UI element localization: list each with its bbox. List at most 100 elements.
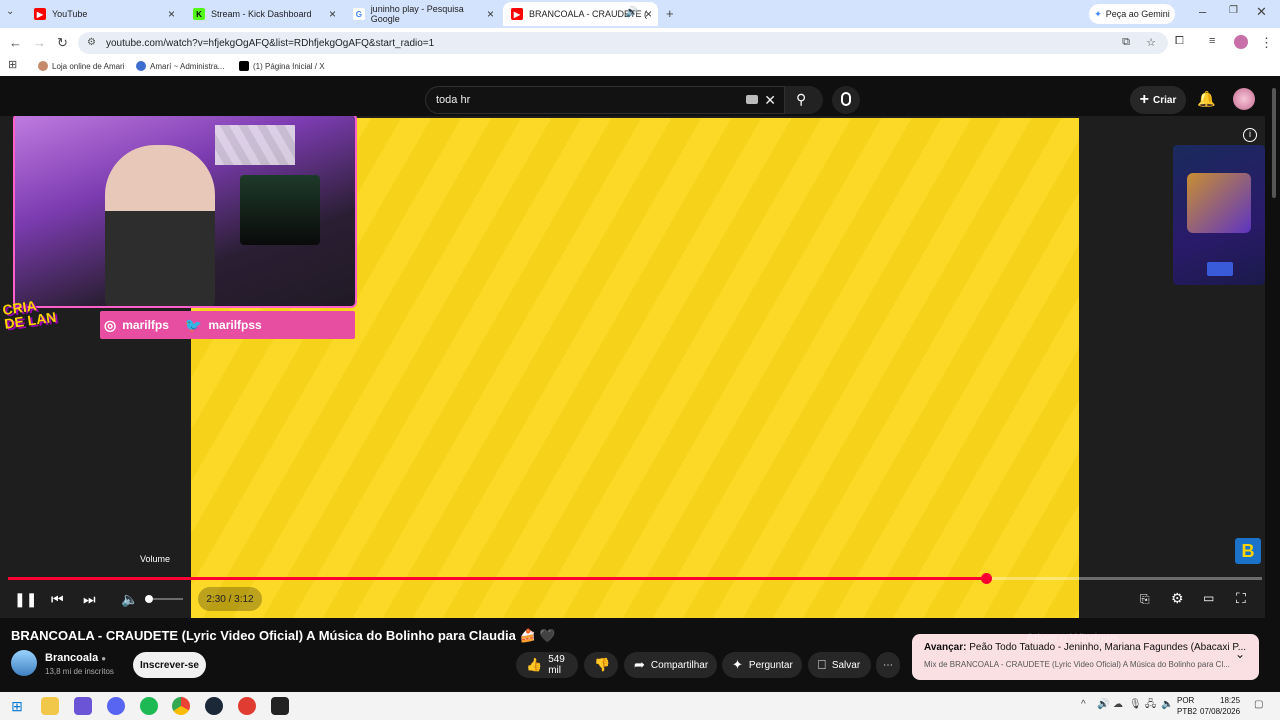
bookmark-label: Amarí ~ Administra... <box>150 61 225 71</box>
search-input[interactable]: toda hr ✕ <box>425 86 785 114</box>
volume-tooltip: Volume <box>140 554 171 564</box>
volume-tray-icon[interactable]: 🔈 <box>1161 700 1173 710</box>
notification-center-icon[interactable]: ▢ <box>1254 700 1263 710</box>
clear-search-icon[interactable]: ✕ <box>764 92 776 109</box>
windows-activation-watermark: Ativar o Windows <box>1026 631 1119 645</box>
obs-icon[interactable] <box>238 697 256 715</box>
streamer-webcam-overlay <box>13 116 357 308</box>
notifications-bell-icon[interactable]: 🔔 <box>1197 90 1216 108</box>
language-indicator[interactable]: POR PTB2 <box>1177 695 1197 717</box>
tray-chevron-icon[interactable]: ^ <box>1081 700 1086 710</box>
start-icon[interactable]: ⊞ <box>8 697 26 715</box>
close-icon[interactable]: × <box>329 7 336 21</box>
apps-grid-icon[interactable]: ⊞ <box>8 60 17 71</box>
ask-label: Perguntar <box>748 659 793 671</box>
steam-icon[interactable] <box>205 697 223 715</box>
apps-icon[interactable] <box>74 697 92 715</box>
tab-search-icon[interactable]: ⌄ <box>6 7 14 17</box>
settings-icon[interactable]: ⚙ <box>1171 590 1184 607</box>
video-player[interactable]: CRIA DE LAN ◎ marilfps 🐦 marilfpss i B V… <box>0 116 1265 618</box>
tab-kick-dashboard[interactable]: K Stream - Kick Dashboard × <box>185 2 342 26</box>
search-button[interactable]: ⚲ <box>785 86 823 114</box>
bookmark-star-icon[interactable]: ☆ <box>1146 36 1156 49</box>
profile-avatar[interactable] <box>1234 35 1248 49</box>
discord-icon[interactable] <box>107 697 125 715</box>
more-actions-button[interactable]: ⋯ <box>876 652 900 678</box>
microphone-icon <box>841 92 851 106</box>
window-close-icon[interactable]: ✕ <box>1256 5 1267 18</box>
address-bar[interactable]: ⚙ youtube.com/watch?v=hfjekgOgAFQ&list=R… <box>78 32 1168 54</box>
dislike-button[interactable]: 👎 <box>584 652 618 678</box>
site-info-icon[interactable]: ⚙ <box>87 37 96 48</box>
sparkle-icon: ✦ <box>732 657 743 672</box>
share-label: Compartilhar <box>650 659 709 671</box>
minimize-icon[interactable]: – <box>1199 5 1206 18</box>
pause-icon[interactable]: ❚❚ <box>14 591 37 608</box>
voice-search-button[interactable] <box>832 86 860 114</box>
bookmark-amari-admin[interactable]: Amarí ~ Administra... <box>136 61 224 71</box>
close-icon[interactable]: × <box>487 7 494 21</box>
account-avatar[interactable] <box>1233 88 1255 110</box>
cloud-icon[interactable]: ☁ <box>1113 700 1123 710</box>
miniplayer-icon[interactable]: ▭ <box>1203 591 1214 605</box>
volume-slider[interactable] <box>153 598 183 600</box>
subscriber-count: 13,8 mi de inscritos <box>45 667 114 676</box>
capcut-icon[interactable] <box>271 697 289 715</box>
channel-avatar[interactable] <box>11 650 37 676</box>
channel-name[interactable]: Brancoala ● <box>45 652 106 664</box>
file-explorer-icon[interactable] <box>41 697 59 715</box>
like-button[interactable]: 👍 549 mil <box>516 652 578 678</box>
previous-icon[interactable]: ⏮ <box>51 591 64 608</box>
restore-icon[interactable]: ❐ <box>1229 6 1238 16</box>
speaker-icon[interactable]: 🔊 <box>626 7 638 18</box>
gemini-button[interactable]: ✦ Peça ao Gemini <box>1089 4 1175 24</box>
subscribe-button[interactable]: Inscrever-se <box>133 652 206 678</box>
tab-youtube[interactable]: ▶ YouTube × <box>26 2 181 26</box>
next-icon[interactable]: ⏭ <box>83 591 96 608</box>
video-title: BRANCOALA - CRAUDETE (Lyric Video Oficia… <box>11 628 556 643</box>
forward-icon[interactable]: → <box>33 36 46 49</box>
back-icon[interactable]: ← <box>9 36 22 49</box>
sponsored-card[interactable] <box>1173 145 1265 285</box>
share-button[interactable]: ➦ Compartilhar <box>624 652 717 678</box>
gemini-icon: ✦ <box>1094 8 1102 19</box>
bookmark-x[interactable]: (1) Página Inicial / X <box>239 61 325 71</box>
tab-google-search[interactable]: G juninho play - Pesquisa Google × <box>345 2 500 26</box>
instagram-icon: ◎ <box>104 316 117 333</box>
language-code: POR <box>1177 696 1195 705</box>
bookmark-label: Loja online de Amari <box>52 61 125 71</box>
volume-icon[interactable]: 🔈 <box>121 591 138 608</box>
plus-icon: + <box>1139 91 1149 108</box>
media-controls-icon[interactable]: ≡ <box>1209 36 1215 47</box>
bookmark-loja[interactable]: Loja online de Amari <box>38 61 125 71</box>
chevron-down-icon[interactable]: ⌄ <box>1235 647 1245 661</box>
spotify-icon[interactable] <box>140 697 158 715</box>
tab-brancoala[interactable]: ▶ BRANCOALA - CRAUDETE ( 🔊 × <box>503 2 658 26</box>
ask-button[interactable]: ✦ Perguntar <box>722 652 802 678</box>
close-icon[interactable]: × <box>168 7 175 21</box>
bookmarks-bar: ⊞ Loja online de Amari Amarí ~ Administr… <box>0 58 1280 76</box>
speaker-tray-icon[interactable]: 🔊 <box>1097 700 1109 710</box>
page-scrollbar[interactable] <box>1272 88 1276 198</box>
new-tab-icon[interactable]: + <box>666 7 674 20</box>
install-app-icon[interactable]: ⧉ <box>1122 36 1130 49</box>
bookmark-favicon <box>136 61 146 71</box>
like-count: 549 mil <box>548 654 565 676</box>
keyboard-icon[interactable] <box>746 95 758 104</box>
channel-watermark-icon[interactable]: B <box>1235 538 1261 564</box>
network-icon[interactable]: 🖧 <box>1145 700 1156 710</box>
mic-tray-icon[interactable]: 🎙 <box>1129 700 1142 710</box>
volume-slider-handle[interactable] <box>145 595 153 603</box>
menu-icon[interactable]: ⋮ <box>1260 36 1273 49</box>
subtitles-icon[interactable]: ⎘ <box>1140 592 1150 607</box>
close-icon[interactable]: × <box>645 7 652 21</box>
info-icon[interactable]: i <box>1243 128 1257 142</box>
extensions-icon[interactable]: ⧠ <box>1175 36 1184 47</box>
save-button[interactable]: ⎕ Salvar <box>808 652 871 678</box>
chrome-icon[interactable] <box>172 697 190 715</box>
fullscreen-icon[interactable]: ⛶ <box>1236 590 1246 607</box>
clock[interactable]: 18:25 07/08/2026 <box>1200 695 1240 717</box>
create-label: Criar <box>1152 94 1177 106</box>
reload-icon[interactable]: ↻ <box>57 36 68 49</box>
create-button[interactable]: + Criar <box>1130 86 1186 114</box>
